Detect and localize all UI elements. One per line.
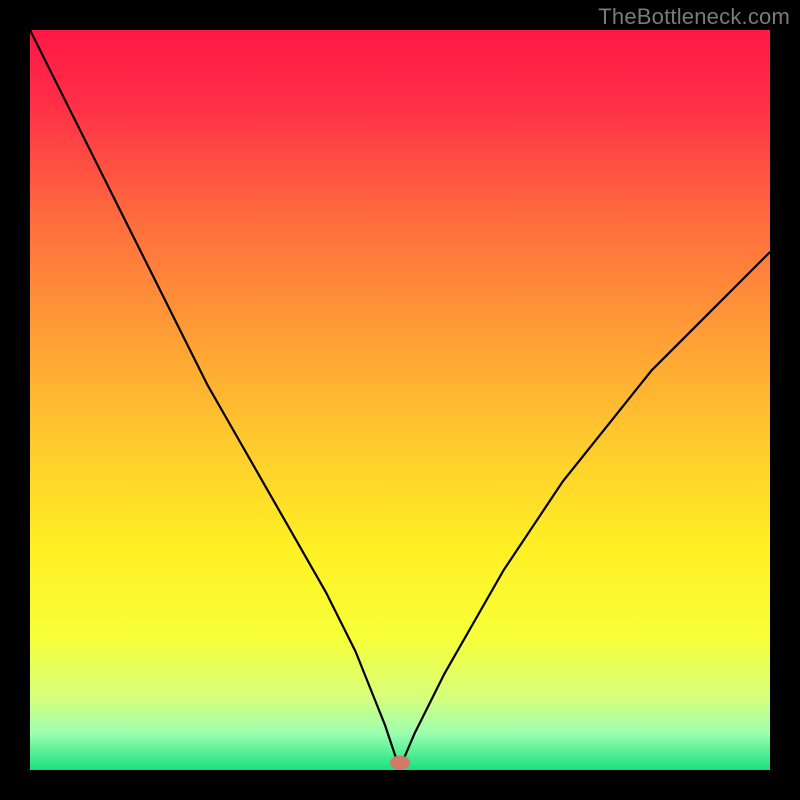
optimum-marker — [390, 756, 410, 770]
watermark-text: TheBottleneck.com — [598, 4, 790, 30]
bottleneck-chart — [0, 0, 800, 800]
chart-frame: TheBottleneck.com — [0, 0, 800, 800]
plot-background — [30, 30, 770, 770]
